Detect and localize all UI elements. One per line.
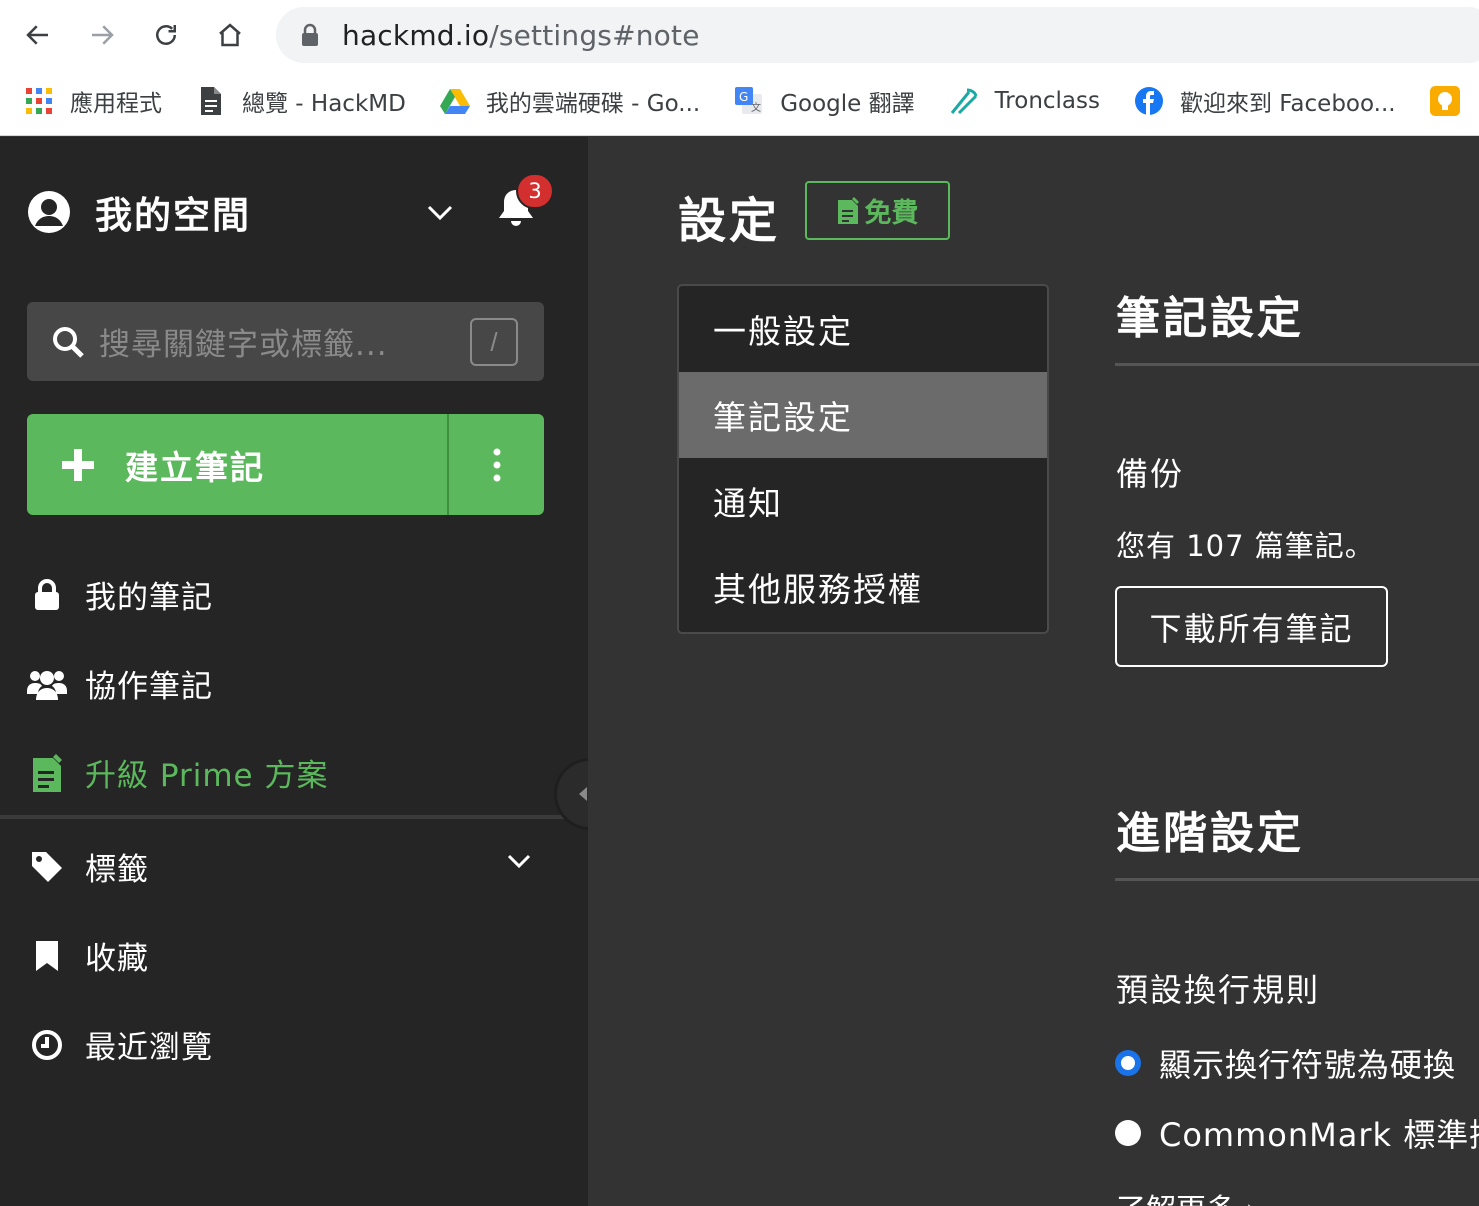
workspace-title: 我的空間	[95, 194, 251, 237]
bookmark-tronclass[interactable]: Tronclass	[949, 86, 1100, 116]
sidebar-item-label: 收藏	[85, 941, 149, 977]
note-settings-title: 筆記設定	[1116, 293, 1304, 344]
new-note-button-group: 建立筆記	[27, 414, 544, 515]
backup-count-text: 您有 107 篇筆記。	[1116, 529, 1375, 563]
url-host: hackmd.io	[342, 18, 490, 52]
learn-more-link[interactable]: 了解更多 ›	[1116, 1185, 1258, 1206]
browser-chrome: hackmd.io/settings#note 應用程式 總覽 - HackMD	[0, 0, 1479, 136]
line-break-label: 預設換行規則	[1116, 971, 1321, 1009]
radio-button-checked[interactable]	[1115, 1050, 1141, 1076]
plus-icon	[62, 448, 94, 481]
plan-badge[interactable]: 免費	[805, 181, 950, 240]
settings-nav-general[interactable]: 一般設定	[679, 286, 1047, 372]
radio-button[interactable]	[1115, 1120, 1141, 1146]
line-break-option-commonmark[interactable]: CommonMark 標準換	[1115, 1110, 1479, 1156]
bookmark-apps[interactable]: 應用程式	[24, 84, 162, 118]
lock-icon	[27, 575, 67, 615]
settings-main: 設定 免費 一般設定 筆記設定 通知 其他服務授權 筆記設定 備份 您有 107…	[588, 137, 1479, 1206]
bookmark-google-drive[interactable]: 我的雲端硬碟 - Go...	[439, 84, 701, 118]
bookmarks-bar: 應用程式 總覽 - HackMD 我的雲端硬碟 - Go... G文 Googl…	[0, 76, 1479, 126]
section-divider	[1115, 363, 1479, 366]
settings-nav-integrations[interactable]: 其他服務授權	[679, 544, 1047, 630]
sidebar-item-label: 協作筆記	[85, 669, 213, 705]
line-break-option-hard[interactable]: 顯示換行符號為硬換	[1115, 1040, 1456, 1086]
search-input[interactable]: 搜尋關鍵字或標籤... /	[27, 302, 544, 381]
sidebar: 我的空間 3 搜尋關鍵字或標籤... / 建立筆記 我的筆記 協作筆記 升級 P…	[0, 137, 588, 1206]
url-path: /settings#note	[489, 18, 700, 52]
backup-label: 備份	[1116, 455, 1185, 493]
bookmark-label: 應用程式	[70, 91, 162, 117]
lock-icon	[302, 23, 318, 46]
url-text: hackmd.io/settings#note	[342, 19, 700, 52]
chevron-down-icon[interactable]	[425, 199, 455, 225]
download-all-notes-button[interactable]: 下載所有筆記	[1115, 586, 1388, 667]
settings-nav-notifications[interactable]: 通知	[679, 458, 1047, 544]
sidebar-item-recent[interactable]: 最近瀏覽	[27, 1022, 213, 1067]
forward-button[interactable]	[79, 12, 125, 58]
plan-badge-label: 免費	[864, 198, 919, 229]
workspace-switcher[interactable]: 我的空間	[27, 185, 251, 239]
bookmark-google-translate[interactable]: G文 Google 翻譯	[734, 84, 915, 118]
prime-note-icon	[27, 753, 67, 793]
sidebar-item-label: 我的筆記	[85, 580, 213, 616]
bookmark-hackmd[interactable]: 總覽 - HackMD	[196, 84, 406, 118]
bookmark-label: Tronclass	[994, 88, 1100, 114]
home-button[interactable]	[207, 12, 253, 58]
sidebar-item-my-notes[interactable]: 我的筆記	[27, 572, 213, 617]
sidebar-item-team-notes[interactable]: 協作筆記	[27, 661, 213, 706]
sidebar-item-label: 升級 Prime 方案	[85, 758, 329, 794]
bookmark-icon	[27, 936, 67, 976]
reload-icon	[156, 25, 176, 45]
bookmark-facebook[interactable]: 歡迎來到 Faceboo...	[1134, 84, 1396, 118]
page-title: 設定	[678, 193, 781, 249]
tag-icon	[27, 847, 67, 887]
bookmark-extra[interactable]	[1429, 86, 1476, 116]
home-icon	[219, 23, 241, 47]
settings-nav-note[interactable]: 筆記設定	[679, 372, 1047, 458]
more-vertical-icon	[493, 448, 500, 481]
back-button[interactable]	[15, 12, 61, 58]
arrow-left-icon	[26, 25, 48, 45]
search-placeholder: 搜尋關鍵字或標籤...	[99, 327, 388, 363]
sidebar-item-tags[interactable]: 標籤	[27, 844, 149, 889]
radio-label: CommonMark 標準換	[1159, 1116, 1479, 1154]
user-avatar-icon	[28, 191, 70, 233]
svg-text:G: G	[739, 90, 748, 104]
reload-button[interactable]	[143, 12, 189, 58]
advanced-settings-title: 進階設定	[1116, 808, 1304, 859]
tronclass-icon	[949, 86, 979, 116]
radio-label: 顯示換行符號為硬換	[1159, 1046, 1457, 1084]
new-note-more-button[interactable]	[449, 414, 544, 515]
chevron-down-icon[interactable]	[505, 849, 533, 873]
section-divider	[1115, 878, 1479, 881]
users-icon	[27, 664, 67, 704]
new-note-label: 建立筆記	[125, 447, 265, 487]
apps-grid-icon	[24, 86, 54, 116]
bookmark-label: 我的雲端硬碟 - Go...	[485, 91, 701, 117]
prime-note-icon	[837, 196, 859, 224]
google-drive-icon	[439, 86, 470, 116]
arrow-right-icon	[92, 25, 114, 45]
facebook-icon	[1134, 86, 1164, 116]
settings-nav: 一般設定 筆記設定 通知 其他服務授權	[677, 284, 1049, 634]
svg-text:文: 文	[751, 101, 761, 114]
sidebar-item-favorites[interactable]: 收藏	[27, 933, 149, 978]
sidebar-item-label: 最近瀏覽	[85, 1030, 213, 1066]
address-bar[interactable]: hackmd.io/settings#note	[276, 7, 1479, 63]
bookmark-label: 總覽 - HackMD	[242, 91, 406, 117]
sidebar-item-upgrade-prime[interactable]: 升級 Prime 方案	[27, 750, 329, 795]
google-translate-icon: G文	[734, 86, 764, 116]
search-shortcut-key: /	[470, 318, 518, 366]
notification-badge: 3	[516, 173, 554, 209]
new-note-button[interactable]: 建立筆記	[27, 414, 448, 515]
bookmark-label: Google 翻譯	[780, 91, 915, 117]
document-icon	[196, 86, 226, 116]
sidebar-item-label: 標籤	[85, 852, 149, 888]
bookmark-label: 歡迎來到 Faceboo...	[1180, 91, 1396, 117]
sidebar-divider	[0, 815, 566, 819]
clock-icon	[27, 1025, 67, 1065]
lightbulb-icon	[1429, 86, 1460, 116]
search-icon	[53, 326, 84, 358]
